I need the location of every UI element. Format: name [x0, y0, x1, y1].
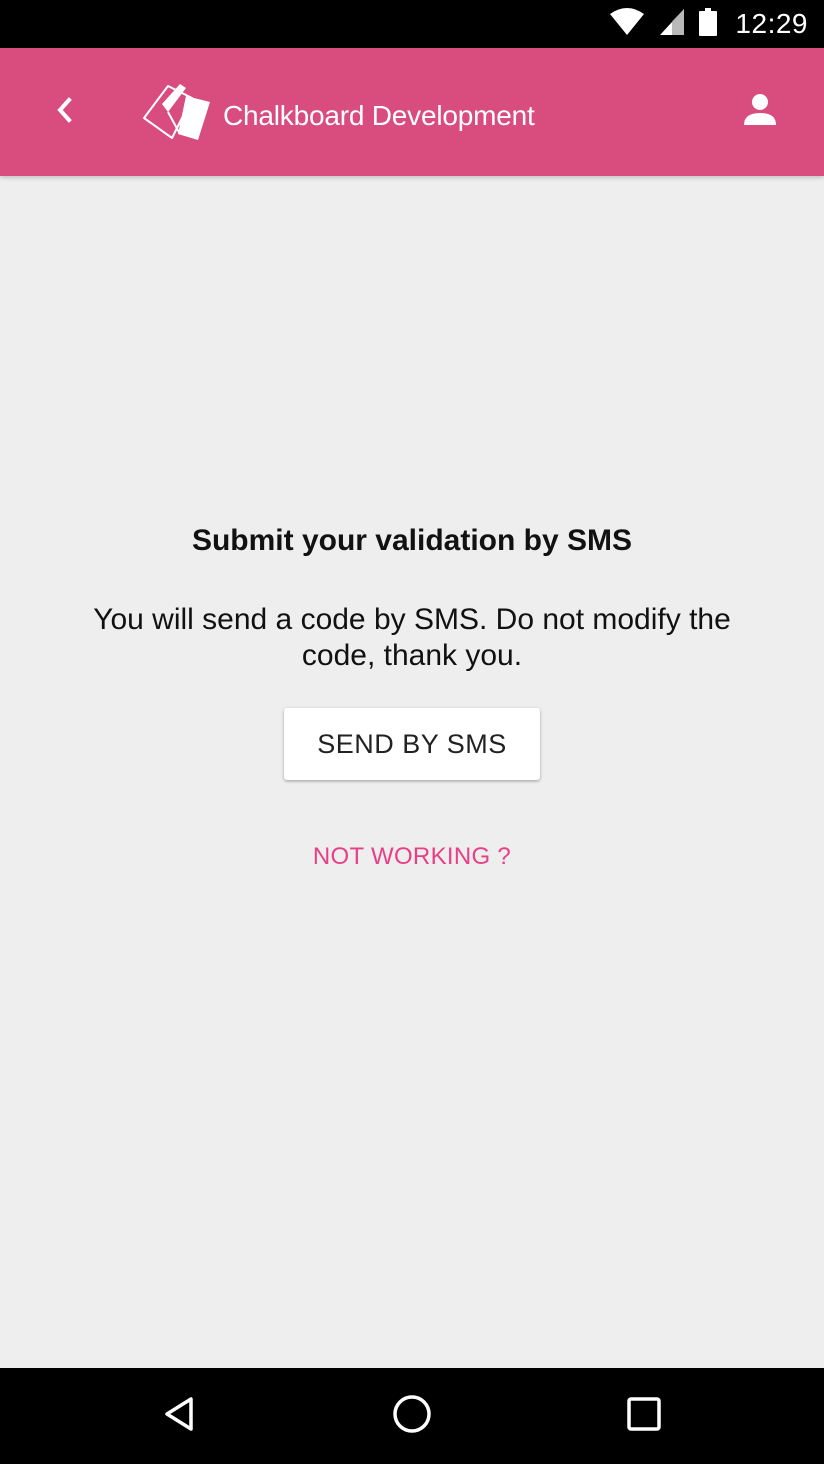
- chalkboard-logo: [140, 78, 214, 144]
- nav-home-button[interactable]: [388, 1392, 436, 1440]
- navigation-bar: [0, 1368, 824, 1464]
- person-icon: [742, 92, 778, 133]
- not-working-link[interactable]: NOT WORKING ?: [0, 843, 824, 871]
- home-circle-icon: [391, 1393, 433, 1440]
- wifi-icon: [609, 7, 645, 41]
- cell-signal-icon: [659, 8, 685, 41]
- back-triangle-icon: [160, 1394, 200, 1439]
- nav-back-button[interactable]: [156, 1392, 204, 1440]
- page-heading: Submit your validation by SMS: [191, 524, 633, 557]
- account-button[interactable]: [734, 86, 786, 138]
- app-title: Chalkboard Development: [223, 100, 535, 131]
- back-button[interactable]: [40, 88, 88, 136]
- recents-square-icon: [624, 1394, 664, 1439]
- nav-recents-button[interactable]: [620, 1392, 668, 1440]
- send-by-sms-button[interactable]: SEND BY SMS: [284, 708, 540, 780]
- chevron-left-icon: [54, 96, 74, 129]
- battery-icon: [699, 7, 718, 41]
- status-bar: 12:29: [0, 0, 824, 48]
- instruction-text: You will send a code by SMS. Do not modi…: [93, 603, 731, 672]
- screen: 12:29 Chalkboard Development Submit your…: [0, 0, 824, 1464]
- status-icons: 12:29: [609, 0, 808, 48]
- status-time: 12:29: [735, 8, 808, 39]
- app-bar: Chalkboard Development: [0, 48, 824, 176]
